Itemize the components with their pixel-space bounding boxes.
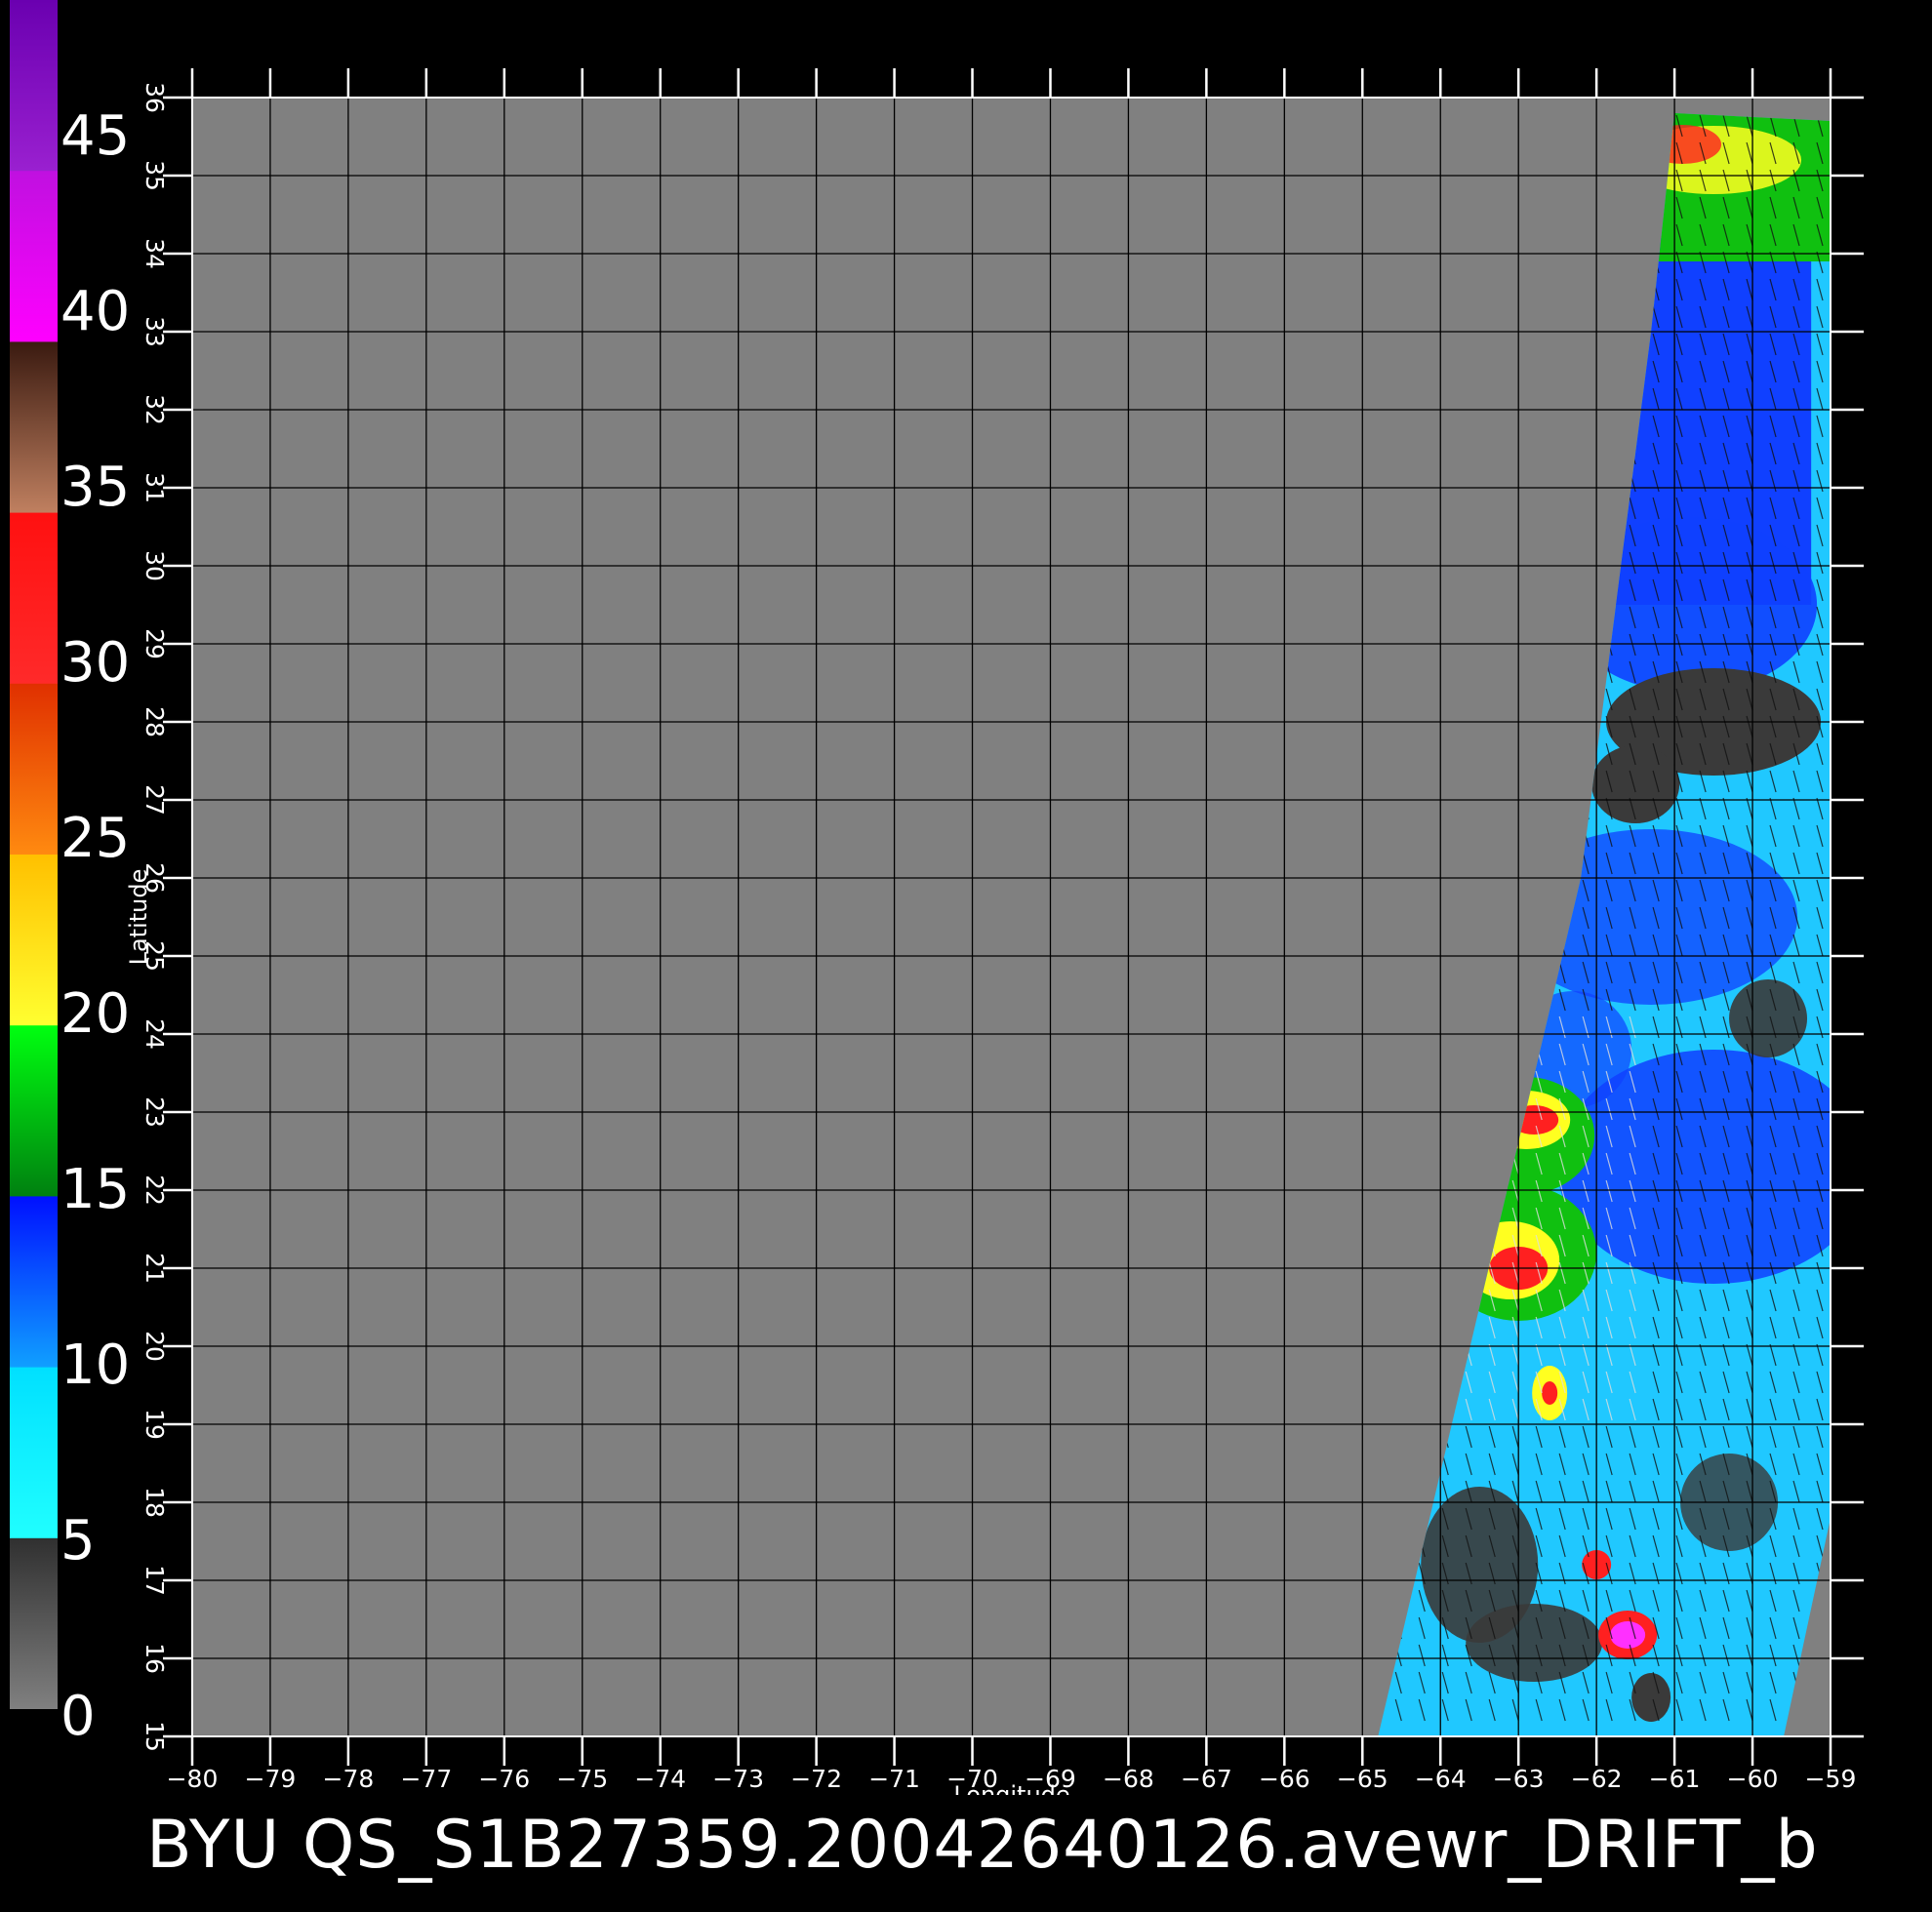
lon-tick-label: −80	[167, 1765, 219, 1793]
lat-tick-label: 30	[141, 550, 169, 581]
lat-tick-label: 15	[141, 1721, 169, 1752]
lon-tick-label: −66	[1259, 1765, 1310, 1793]
footer-title: BYU QS_S1B27359.20042640126.avewr_DRIFT_…	[146, 1807, 1819, 1884]
lon-tick-label: −77	[400, 1765, 452, 1793]
lat-tick-label: 35	[141, 160, 169, 191]
lon-tick-label: −59	[1805, 1765, 1857, 1793]
lon-tick-label: −72	[790, 1765, 842, 1793]
lat-tick-label: 27	[141, 784, 169, 816]
lon-tick-label: −63	[1493, 1765, 1545, 1793]
lon-tick-label: −75	[556, 1765, 608, 1793]
lon-tick-label: −74	[634, 1765, 686, 1793]
lat-tick-label: 20	[141, 1331, 169, 1362]
lat-tick-label: 36	[141, 82, 169, 113]
lon-tick-label: −62	[1571, 1765, 1623, 1793]
lat-tick-label: 18	[141, 1487, 169, 1518]
lat-tick-label: 34	[141, 238, 169, 269]
wind-speed-region	[1542, 1381, 1558, 1405]
lon-tick-label: −60	[1727, 1765, 1779, 1793]
lon-tick-label: −79	[245, 1765, 297, 1793]
lat-tick-label: 31	[141, 472, 169, 503]
lon-tick-label: −65	[1337, 1765, 1389, 1793]
lat-tick-label: 33	[141, 316, 169, 347]
wind-speed-region	[1466, 1604, 1603, 1682]
lat-tick-label: 24	[141, 1018, 169, 1050]
lon-tick-label: −68	[1103, 1765, 1154, 1793]
lon-tick-label: −67	[1181, 1765, 1232, 1793]
lat-tick-label: 28	[141, 706, 169, 737]
wind-map: −80 −79 −78 −77 −76 −75 −74 −73 −72 −71 −70 −69 −68−…	[125, 68, 1864, 1795]
lat-tick-label: 22	[141, 1175, 169, 1206]
lon-tick-label: −71	[868, 1765, 920, 1793]
lat-tick-label: 23	[141, 1096, 169, 1128]
lon-tick-label: −76	[478, 1765, 530, 1793]
wind-speed-region	[1610, 1621, 1646, 1649]
lat-tick-label: 19	[141, 1409, 169, 1440]
wind-speed-region	[1631, 1673, 1671, 1722]
lon-tick-label: −61	[1649, 1765, 1701, 1793]
lat-tick-label: 17	[141, 1565, 169, 1596]
wind-speed-region	[1729, 979, 1808, 1057]
lat-tick-label: 32	[141, 394, 169, 425]
lon-tick-label: −78	[323, 1765, 375, 1793]
lat-tick-label: 16	[141, 1643, 169, 1674]
lon-tick-label: −64	[1415, 1765, 1467, 1793]
x-axis-label: Longitude	[953, 1781, 1069, 1795]
lat-tick-label: 21	[141, 1253, 169, 1284]
y-axis-label: Latitude	[125, 869, 152, 966]
lon-tick-label: −73	[712, 1765, 764, 1793]
wind-speed-region	[1591, 745, 1680, 823]
lat-tick-label: 29	[141, 628, 169, 659]
